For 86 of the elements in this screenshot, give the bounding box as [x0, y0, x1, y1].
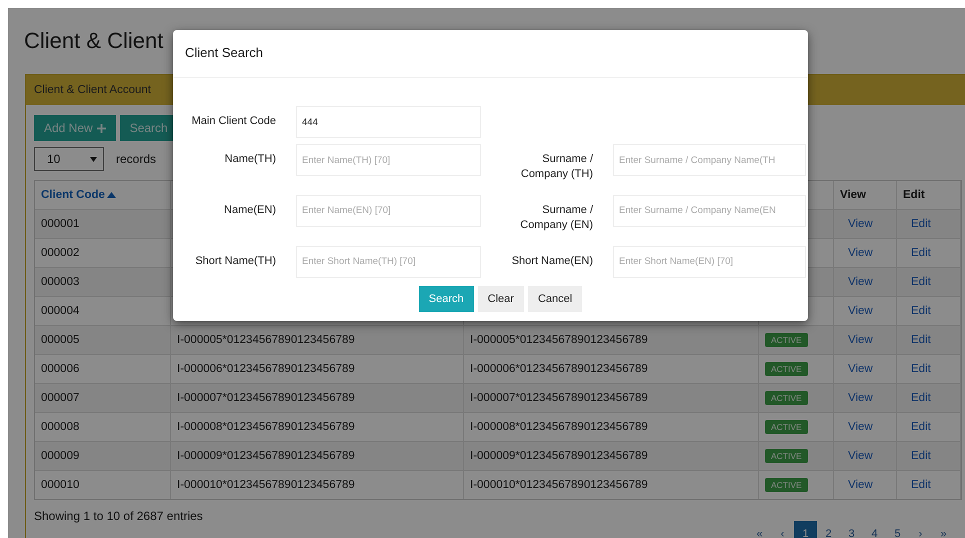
view-link[interactable]: View [840, 218, 873, 230]
status-badge: ACTIVE [765, 449, 808, 463]
table-cell: I-000005*01234567890123456789 [470, 334, 648, 346]
view-link[interactable]: View [840, 334, 873, 346]
column-header[interactable]: View [840, 189, 866, 201]
input-field[interactable]: Enter Short Name(EN) [70] [613, 246, 806, 278]
table-cell: I-000008*01234567890123456789 [177, 421, 355, 433]
client-code: 000010 [41, 479, 80, 491]
column-header[interactable]: Client Code [41, 189, 116, 201]
view-link[interactable]: View [840, 421, 873, 433]
table-cell: I-000006*01234567890123456789 [470, 363, 648, 375]
column-header[interactable]: Edit [903, 189, 925, 201]
client-code: 000008 [41, 421, 80, 433]
table-cell: I-000010*01234567890123456789 [177, 479, 355, 491]
page-link[interactable]: 1 [794, 521, 817, 538]
edit-link[interactable]: Edit [903, 247, 931, 259]
field-label: Surname / Company (TH) [520, 152, 593, 182]
edit-link[interactable]: Edit [903, 421, 931, 433]
dialog-button[interactable]: Clear [478, 286, 524, 312]
table-cell: I-000010*01234567890123456789 [470, 479, 648, 491]
view-link[interactable]: View [840, 247, 873, 259]
input-field[interactable]: Enter Name(TH) [70] [296, 144, 481, 176]
entries-info: Showing 1 to 10 of 2687 entries [34, 509, 203, 523]
view-link[interactable]: View [840, 392, 873, 404]
view-link[interactable]: View [840, 305, 873, 317]
client-code: 000007 [41, 392, 80, 404]
table-cell: I-000007*01234567890123456789 [177, 392, 355, 404]
client-code: 000006 [41, 363, 80, 375]
status-badge: ACTIVE [765, 391, 808, 405]
page-link[interactable]: 2 [817, 521, 840, 538]
view-link[interactable]: View [840, 363, 873, 375]
edit-link[interactable]: Edit [903, 276, 931, 288]
edit-link[interactable]: Edit [903, 363, 931, 375]
field-label: Surname / Company (EN) [519, 202, 593, 234]
table-cell: I-000009*01234567890123456789 [177, 450, 355, 462]
input-field[interactable]: 444 [296, 106, 481, 138]
page-title: Client & Client [24, 27, 164, 55]
caret-icon [90, 156, 97, 162]
client-code: 000002 [41, 247, 80, 259]
view-link[interactable]: View [840, 276, 873, 288]
status-badge: ACTIVE [765, 420, 808, 434]
status-badge: ACTIVE [765, 333, 808, 347]
sort-up-icon [106, 192, 116, 198]
table-cell: I-000008*01234567890123456789 [470, 421, 648, 433]
field-label: Name(EN) [223, 202, 276, 218]
field-label: Short Name(TH) [194, 254, 276, 269]
dialog-title: Client Search [185, 45, 264, 60]
page-link[interactable]: › [909, 521, 932, 538]
add-new-button[interactable]: Add New [34, 115, 116, 141]
page-link[interactable]: ‹ [771, 521, 794, 538]
client-code: 000004 [41, 305, 80, 317]
edit-link[interactable]: Edit [903, 334, 931, 346]
table-cell: I-000005*01234567890123456789 [177, 334, 355, 346]
page-link[interactable]: » [932, 521, 955, 538]
table-cell: I-000009*01234567890123456789 [470, 450, 648, 462]
input-field[interactable]: Enter Surname / Company Name(TH [613, 144, 806, 176]
page-size-select[interactable]: 10 [34, 147, 104, 171]
client-code: 000001 [41, 218, 80, 230]
dialog-button[interactable]: Cancel [528, 286, 582, 312]
edit-link[interactable]: Edit [903, 479, 931, 491]
table-cell: I-000007*01234567890123456789 [470, 392, 648, 404]
view-link[interactable]: View [840, 479, 873, 491]
dialog-button[interactable]: Search [418, 286, 474, 312]
field-label: Short Name(EN) [510, 254, 593, 269]
edit-link[interactable]: Edit [903, 392, 931, 404]
status-badge: ACTIVE [765, 478, 808, 492]
client-code: 000005 [41, 334, 80, 346]
view-link[interactable]: View [840, 450, 873, 462]
input-field[interactable]: Enter Short Name(TH) [70] [296, 246, 481, 278]
page-link[interactable]: 4 [863, 521, 886, 538]
input-field[interactable]: Enter Surname / Company Name(EN [613, 194, 806, 227]
edit-link[interactable]: Edit [903, 305, 931, 317]
input-field[interactable]: Enter Name(EN) [70] [296, 194, 481, 227]
edit-link[interactable]: Edit [903, 218, 931, 230]
client-code: 000009 [41, 450, 80, 462]
plus-icon [96, 124, 106, 132]
records-label: records [116, 152, 156, 166]
client-code: 000003 [41, 276, 80, 288]
page-link[interactable]: 3 [840, 521, 863, 538]
field-label: Main Client Code [190, 114, 276, 129]
field-label: Name(TH) [224, 152, 276, 167]
page-link[interactable]: « [748, 521, 771, 538]
edit-link[interactable]: Edit [903, 450, 931, 462]
status-badge: ACTIVE [765, 362, 808, 376]
table-cell: I-000006*01234567890123456789 [177, 363, 355, 375]
page-link[interactable]: 5 [886, 521, 909, 538]
